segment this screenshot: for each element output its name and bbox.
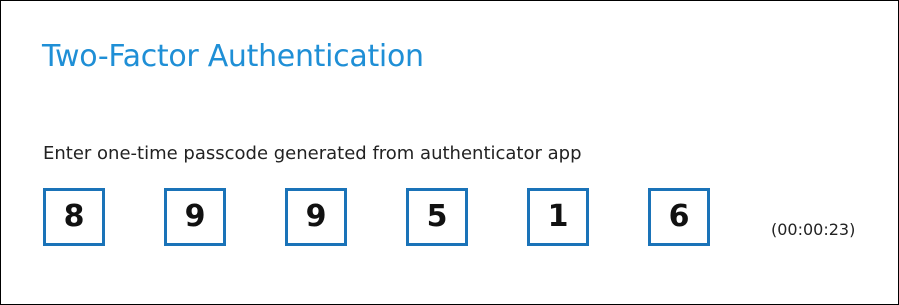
passcode-digit-4[interactable]: 5 [406,188,468,246]
passcode-digit-5-value: 1 [547,199,569,234]
two-factor-panel: Two-Factor Authentication Enter one-time… [0,0,899,305]
passcode-digit-6[interactable]: 6 [648,188,710,246]
instruction-text: Enter one-time passcode generated from a… [43,143,582,164]
passcode-digit-1-value: 8 [63,199,85,234]
passcode-digit-5[interactable]: 1 [527,188,589,246]
passcode-digit-6-value: 6 [668,199,690,234]
passcode-digit-2-value: 9 [184,199,206,234]
passcode-digit-3-value: 9 [305,199,327,234]
passcode-digit-1[interactable]: 8 [43,188,105,246]
passcode-digit-3[interactable]: 9 [285,188,347,246]
dialog-title: Two-Factor Authentication [42,39,424,74]
passcode-digit-2[interactable]: 9 [164,188,226,246]
passcode-digit-4-value: 5 [426,199,448,234]
countdown-timer: (00:00:23) [771,220,856,239]
